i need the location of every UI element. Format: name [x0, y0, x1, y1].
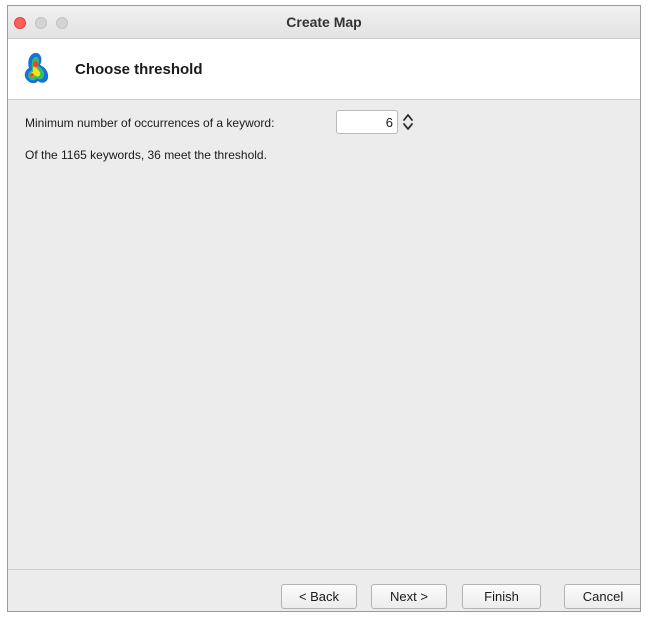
title-bar: Create Map: [8, 6, 640, 39]
cancel-button[interactable]: Cancel: [564, 584, 640, 609]
finish-button[interactable]: Finish: [462, 584, 541, 609]
create-map-dialog: Create Map Choose threshold Minimum numb…: [7, 5, 641, 612]
wizard-header: Choose threshold: [8, 39, 640, 100]
button-bar: < Back Next > Finish Cancel: [8, 569, 640, 611]
density-map-icon: [24, 52, 49, 84]
stepper-arrows-icon[interactable]: [402, 112, 414, 132]
next-button[interactable]: Next >: [371, 584, 447, 609]
window-title: Create Map: [286, 14, 362, 30]
min-occurrences-spinner[interactable]: [336, 110, 418, 135]
min-occurrences-label: Minimum number of occurrences of a keywo…: [25, 116, 275, 130]
threshold-result-text: Of the 1165 keywords, 36 meet the thresh…: [25, 148, 267, 162]
back-button[interactable]: < Back: [281, 584, 357, 609]
page-title: Choose threshold: [75, 61, 203, 78]
min-occurrences-input[interactable]: [336, 110, 398, 134]
